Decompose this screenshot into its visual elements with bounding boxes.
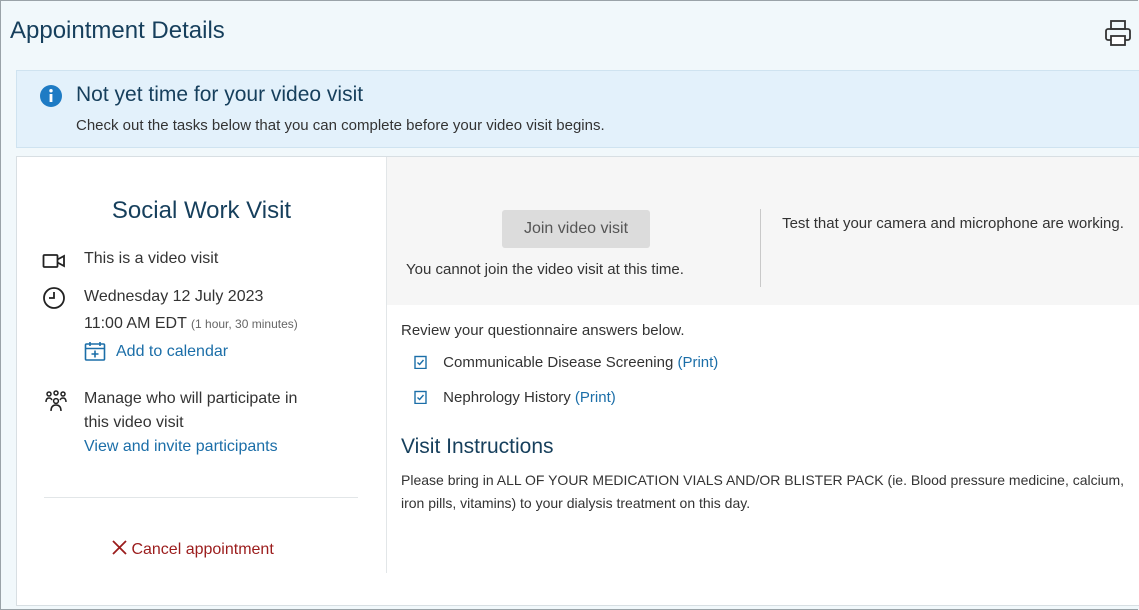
calendar-add-icon[interactable] — [84, 340, 108, 364]
visit-time: 11:00 AM EDT — [84, 315, 187, 332]
questionnaire-intro: Review your questionnaire answers below. — [401, 322, 685, 339]
visit-title: Social Work Visit — [111, 197, 292, 224]
visit-summary: Social Work Visit This is a video visit … — [17, 157, 387, 573]
visit-type: This is a video visit — [84, 250, 219, 267]
view-invite-participants-link[interactable]: View and invite participants — [84, 438, 278, 456]
visit-duration: (1 hour, 30 minutes) — [191, 317, 298, 331]
printer-icon[interactable] — [1103, 18, 1133, 48]
close-icon — [112, 540, 131, 558]
cancel-label: Cancel appointment — [131, 541, 274, 558]
join-video-visit-button[interactable]: Join video visit — [502, 210, 650, 248]
info-icon — [40, 85, 62, 107]
add-to-calendar-link[interactable]: Add to calendar — [116, 343, 228, 361]
panel-divider — [760, 209, 761, 287]
clipboard-check-icon — [414, 355, 427, 370]
banner-title: Not yet time for your video visit — [76, 83, 364, 106]
participants-icon — [44, 389, 68, 413]
test-camera-message: Test that your camera and microphone are… — [782, 215, 1124, 232]
divider — [44, 497, 358, 498]
info-banner: Not yet time for your video visit Check … — [16, 70, 1139, 148]
questionnaire-name: Communicable Disease Screening — [443, 354, 674, 371]
banner-message: Check out the tasks below that you can c… — [76, 117, 605, 134]
visit-time-row: 11:00 AM EDT (1 hour, 30 minutes) — [84, 315, 298, 333]
visit-instructions-title: Visit Instructions — [401, 435, 554, 458]
participants-text-line2: this video visit — [84, 414, 184, 431]
cannot-join-message: You cannot join the video visit at this … — [406, 261, 684, 278]
clipboard-check-icon — [414, 390, 427, 405]
video-visit-panel: Join video visit You cannot join the vid… — [387, 157, 1139, 305]
visit-instructions-body: Please bring in ALL OF YOUR MEDICATION V… — [401, 472, 1125, 511]
appointment-card: Social Work Visit This is a video visit … — [16, 156, 1139, 606]
print-link[interactable]: (Print) — [677, 354, 718, 371]
page-title: Appointment Details — [10, 17, 225, 44]
list-item: Nephrology History (Print) — [414, 389, 616, 406]
clock-icon — [42, 286, 66, 310]
questionnaire-name: Nephrology History — [443, 389, 571, 406]
list-item: Communicable Disease Screening (Print) — [414, 354, 718, 371]
cancel-appointment-button[interactable]: Cancel appointment — [112, 540, 274, 559]
video-camera-icon — [42, 249, 66, 273]
visit-date: Wednesday 12 July 2023 — [84, 288, 264, 305]
print-link[interactable]: (Print) — [575, 389, 616, 406]
participants-text-line1: Manage who will participate in — [84, 390, 298, 407]
